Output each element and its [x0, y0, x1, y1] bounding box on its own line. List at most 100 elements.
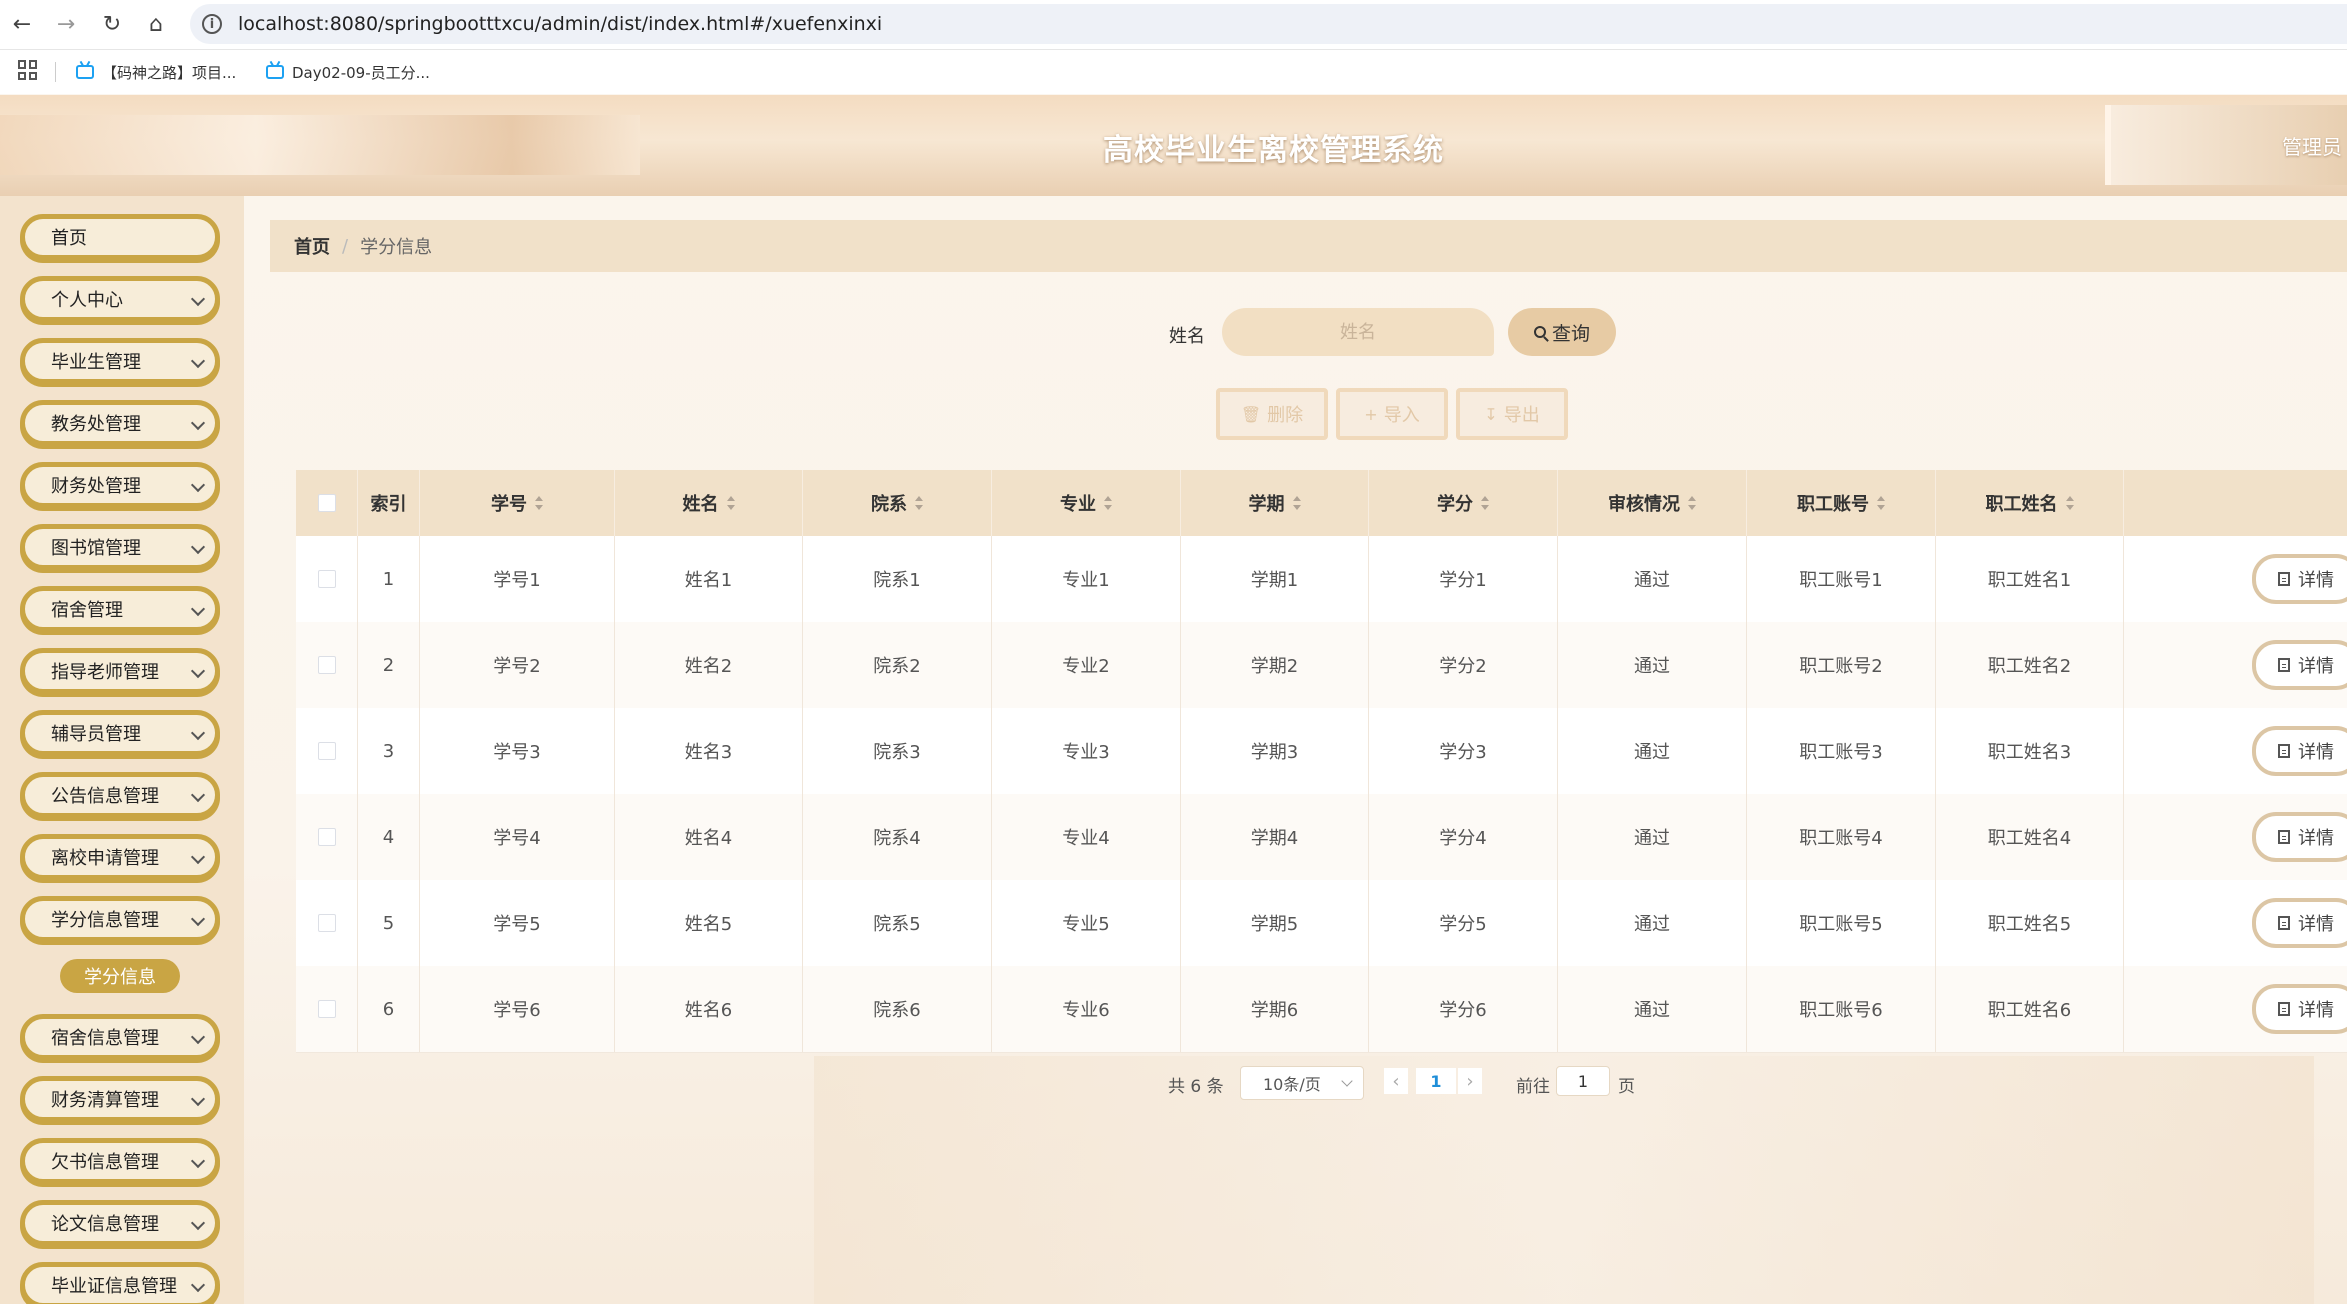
prev-page-button[interactable]: ‹: [1384, 1068, 1408, 1094]
detail-button[interactable]: 详情: [2252, 812, 2347, 862]
detail-button[interactable]: 详情: [2252, 554, 2347, 604]
sidebar-item-diploma[interactable]: 毕业证信息管理: [20, 1262, 220, 1304]
sidebar-item-label: 公告信息管理: [51, 786, 159, 807]
header-staff-name[interactable]: 职工姓名: [1936, 470, 2124, 536]
detail-button-label: 详情: [2298, 570, 2334, 591]
header-name[interactable]: 姓名: [615, 470, 803, 536]
cell-credit: 学分5: [1369, 880, 1558, 966]
sort-icon[interactable]: [535, 496, 543, 510]
sidebar-item-advisors[interactable]: 指导老师管理: [20, 648, 220, 694]
header-semester[interactable]: 学期: [1181, 470, 1369, 536]
sidebar-item-personal-center[interactable]: 个人中心: [20, 276, 220, 322]
forward-icon[interactable]: →: [50, 8, 82, 40]
sort-icon[interactable]: [2065, 496, 2074, 510]
cell-name: 姓名1: [615, 536, 803, 622]
header-actions: 操作: [2124, 470, 2347, 536]
query-button[interactable]: 查询: [1508, 308, 1616, 356]
sidebar-item-owed-books[interactable]: 欠书信息管理: [20, 1138, 220, 1184]
sidebar-item-dormitory[interactable]: 宿舍管理: [20, 586, 220, 632]
delete-button[interactable]: 🗑 删除: [1216, 388, 1328, 440]
sort-icon[interactable]: [726, 496, 735, 510]
header-staff-account[interactable]: 职工账号: [1747, 470, 1936, 536]
sidebar-item-label: 个人中心: [51, 290, 123, 311]
row-checkbox[interactable]: [317, 914, 336, 932]
chevron-right-icon: ›: [1466, 1070, 1474, 1092]
row-checkbox[interactable]: [317, 828, 336, 846]
sidebar-item-announcements[interactable]: 公告信息管理: [20, 772, 220, 818]
sidebar-item-finance-clearing[interactable]: 财务清算管理: [20, 1076, 220, 1122]
sort-icon[interactable]: [1688, 496, 1696, 510]
download-icon: ↧: [1484, 404, 1498, 424]
cell-review-status: 通过: [1558, 536, 1747, 622]
cell-major: 专业3: [992, 708, 1181, 794]
header-index: 索引: [358, 470, 420, 536]
back-icon[interactable]: ←: [6, 8, 38, 40]
chevron-down-icon: [190, 1029, 206, 1045]
detail-button[interactable]: 详情: [2252, 640, 2347, 690]
sidebar-item-dorm-info[interactable]: 宿舍信息管理: [20, 1014, 220, 1060]
sidebar-subitem-credit-info[interactable]: 学分信息: [60, 959, 180, 993]
header-student-id[interactable]: 学号: [420, 470, 615, 536]
header-label: 审核情况: [1608, 494, 1680, 515]
header-select-all: [296, 470, 358, 536]
sidebar-item-counselors[interactable]: 辅导员管理: [20, 710, 220, 756]
sidebar-item-leave-applications[interactable]: 离校申请管理: [20, 834, 220, 880]
breadcrumb-current: 学分信息: [360, 237, 433, 258]
breadcrumb-home[interactable]: 首页: [294, 233, 330, 259]
sidebar-item-graduates[interactable]: 毕业生管理: [20, 338, 220, 384]
export-label: 导出: [1503, 405, 1540, 426]
sort-icon[interactable]: [1292, 496, 1301, 510]
sort-icon[interactable]: [1877, 496, 1885, 510]
cell-name: 姓名5: [615, 880, 803, 966]
home-icon[interactable]: ⌂: [140, 8, 172, 40]
cell-major: 专业6: [992, 966, 1181, 1052]
row-checkbox[interactable]: [317, 656, 336, 674]
header-credit[interactable]: 学分: [1369, 470, 1558, 536]
sidebar-item-home[interactable]: 首页: [20, 214, 220, 260]
sidebar-item-thesis[interactable]: 论文信息管理: [20, 1200, 220, 1246]
user-menu[interactable]: 管理员: [2282, 131, 2342, 160]
select-all-checkbox[interactable]: [317, 494, 336, 512]
sidebar-item-finance-office[interactable]: 财务处管理: [20, 462, 220, 508]
page-number-current[interactable]: 1: [1416, 1068, 1456, 1094]
reload-icon[interactable]: ↻: [96, 8, 128, 40]
sidebar-item-label: 宿舍管理: [51, 600, 123, 621]
import-button[interactable]: + 导入: [1336, 388, 1448, 440]
cell-semester: 学期1: [1181, 536, 1369, 622]
document-icon: [2278, 1002, 2290, 1016]
header-major[interactable]: 专业: [992, 470, 1181, 536]
sidebar-item-credits[interactable]: 学分信息管理: [20, 896, 220, 942]
address-bar[interactable]: i localhost:8080/springbootttxcu/admin/d…: [190, 4, 2347, 44]
sort-icon[interactable]: [915, 496, 923, 510]
page-size-select[interactable]: 10条/页: [1240, 1066, 1364, 1100]
sort-icon[interactable]: [1104, 496, 1112, 510]
bookmark-1[interactable]: 【码神之路】项目...: [76, 58, 236, 86]
bookmark-2[interactable]: Day02-09-员工分...: [266, 58, 430, 86]
detail-button[interactable]: 详情: [2252, 984, 2347, 1034]
row-select-cell: [296, 880, 358, 966]
header-review-status[interactable]: 审核情况: [1558, 470, 1747, 536]
row-checkbox[interactable]: [317, 1000, 336, 1018]
header-department[interactable]: 院系: [803, 470, 992, 536]
sidebar-item-label: 首页: [51, 228, 87, 249]
cell-index: 3: [358, 708, 420, 794]
sort-icon[interactable]: [1481, 496, 1489, 510]
export-button[interactable]: ↧ 导出: [1456, 388, 1568, 440]
detail-button[interactable]: 详情: [2252, 726, 2347, 776]
row-checkbox[interactable]: [317, 570, 336, 588]
document-icon: [2278, 658, 2290, 672]
goto-page-input[interactable]: [1556, 1066, 1610, 1096]
detail-button[interactable]: 详情: [2252, 898, 2347, 948]
site-info-icon[interactable]: i: [202, 14, 222, 34]
search-input[interactable]: [1222, 308, 1494, 356]
sidebar-item-library[interactable]: 图书馆管理: [20, 524, 220, 570]
sidebar-item-academic-affairs[interactable]: 教务处管理: [20, 400, 220, 446]
document-icon: [2278, 830, 2290, 844]
chevron-down-icon: [190, 291, 206, 307]
next-page-button[interactable]: ›: [1458, 1068, 1482, 1094]
search-label: 姓名: [1169, 326, 1205, 347]
cell-department: 院系4: [803, 794, 992, 880]
row-checkbox[interactable]: [317, 742, 336, 760]
bookmark-separator: [55, 62, 56, 82]
apps-grid-icon[interactable]: [18, 60, 38, 80]
